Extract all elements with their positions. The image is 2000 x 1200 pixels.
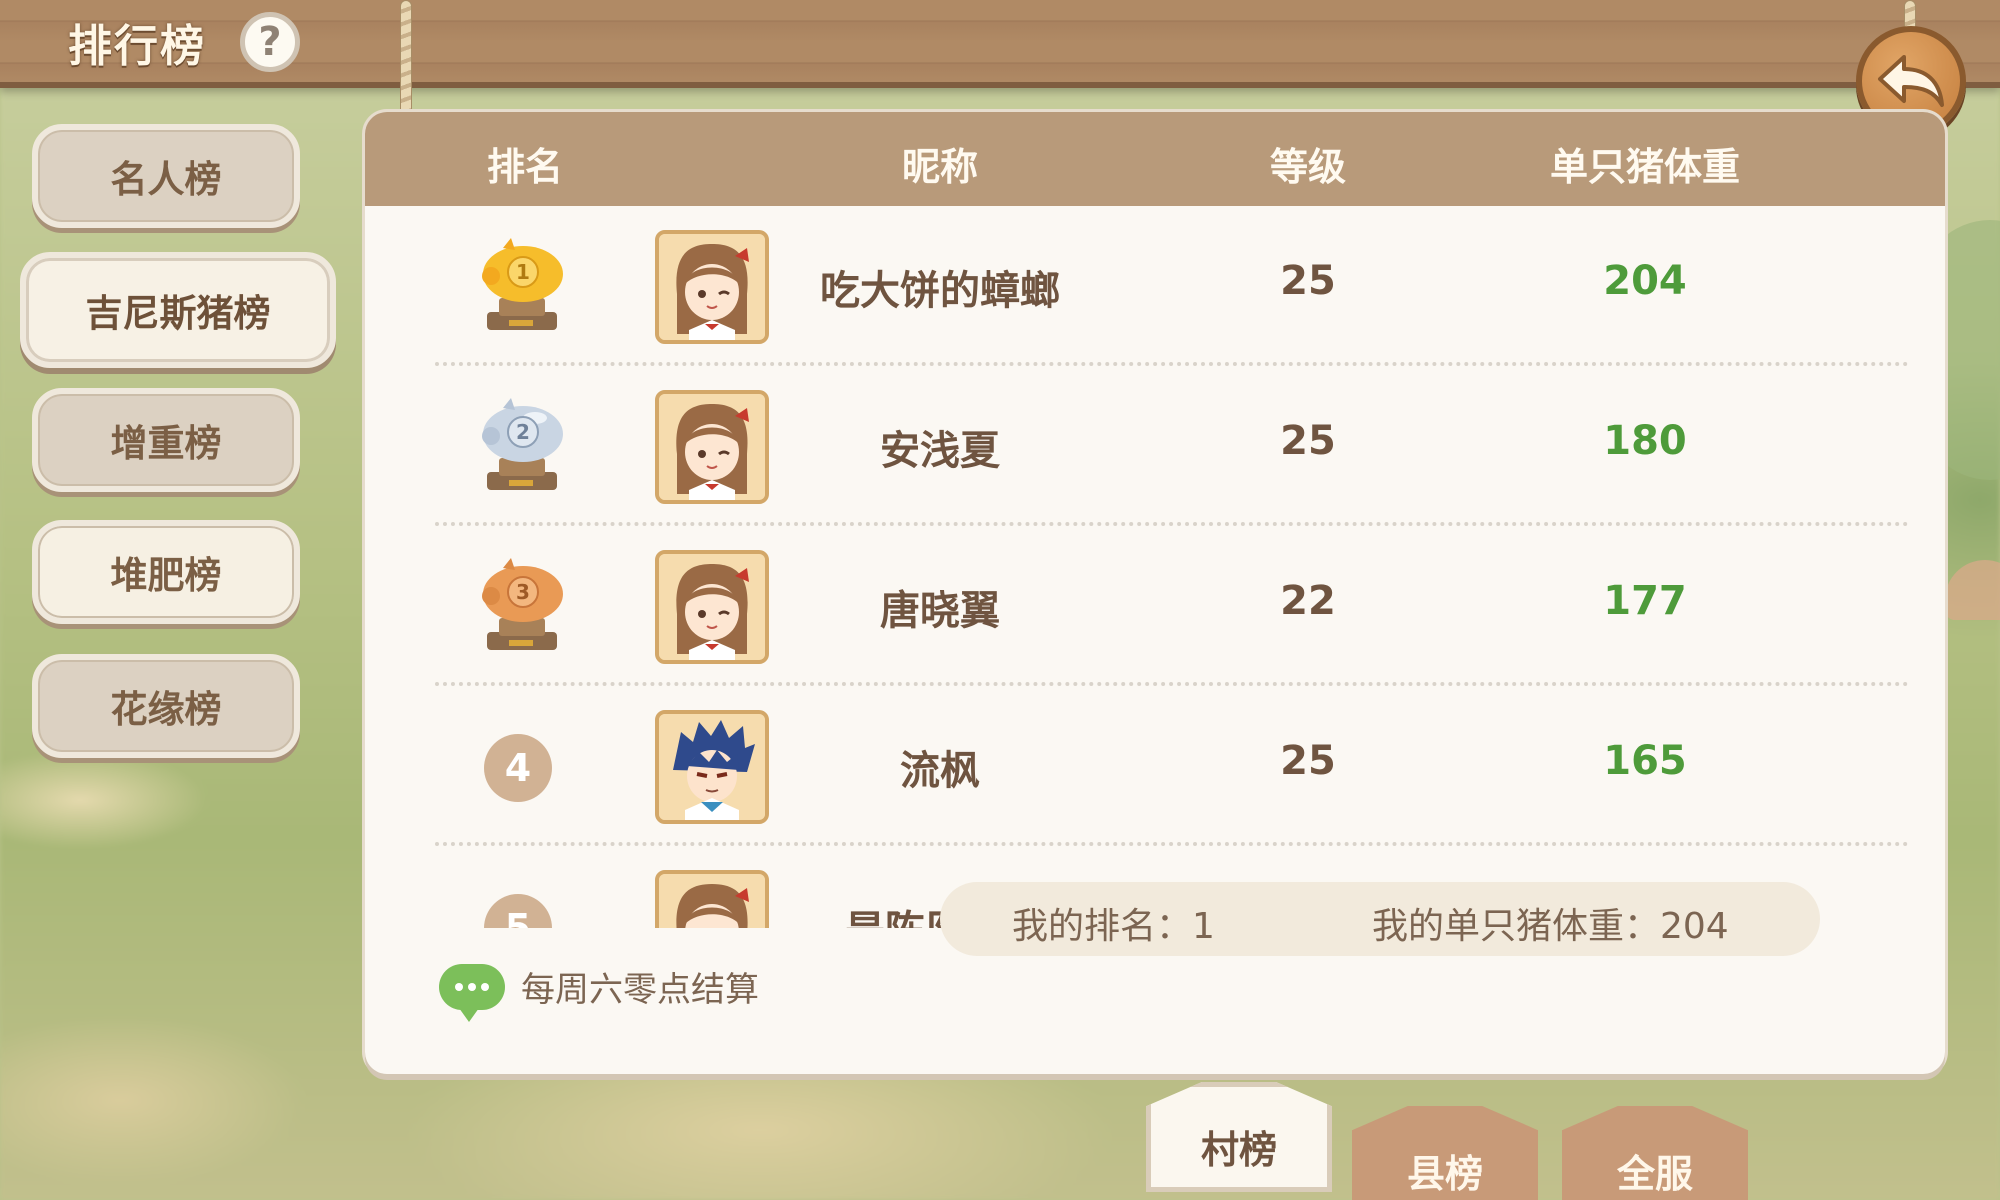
pig-weight: 180 xyxy=(1603,418,1687,464)
tab-server[interactable]: 全服 xyxy=(1562,1106,1748,1200)
my-weight-text: 我的单只猪体重：204 xyxy=(1372,906,1729,947)
settlement-note-text: 每周六零点结算 xyxy=(521,970,759,1010)
column-pig-weight: 单只猪体重 xyxy=(1549,145,1741,189)
pig-weight: 204 xyxy=(1603,258,1687,304)
settlement-note: 每周六零点结算 xyxy=(439,962,759,1022)
leaderboard-panel: 排名 昵称 等级 单只猪体重 1 吃大饼的蟑螂 25 204 2 安浅夏 25 … xyxy=(365,112,1945,1074)
svg-text:3: 3 xyxy=(516,580,530,604)
page-title: 排行榜 xyxy=(68,21,206,72)
column-nickname: 昵称 xyxy=(901,145,979,189)
table-header: 排名 昵称 等级 单只猪体重 xyxy=(365,112,1945,206)
player-nickname: 流枫 xyxy=(900,748,980,794)
table-row[interactable]: 2 安浅夏 25 180 xyxy=(365,366,1945,526)
my-rank-text: 我的排名：1 xyxy=(1012,906,1215,947)
question-icon: ? xyxy=(258,19,282,65)
player-nickname: 安浅夏 xyxy=(880,428,1000,474)
side-tab-weight-gain[interactable]: 增重榜 xyxy=(32,388,300,492)
tab-village[interactable]: 村榜 xyxy=(1146,1082,1332,1192)
player-avatar[interactable] xyxy=(655,550,769,664)
svg-text:1: 1 xyxy=(516,260,530,284)
table-row[interactable]: 4 流枫 25 165 xyxy=(365,686,1945,846)
player-level: 25 xyxy=(1280,418,1336,464)
player-avatar[interactable] xyxy=(655,870,769,928)
player-level: 25 xyxy=(1280,738,1336,784)
girl-avatar-icon xyxy=(659,234,765,340)
rank-badge: 5 xyxy=(484,894,552,928)
gold-pig-trophy-icon: 1 xyxy=(482,238,563,330)
boy-avatar-icon xyxy=(659,714,765,820)
top-header-bar: 排行榜 ? xyxy=(0,0,2000,88)
player-nickname: 唐晓翼 xyxy=(880,588,1000,634)
player-nickname: 吃大饼的蟑螂 xyxy=(820,268,1060,314)
player-avatar[interactable] xyxy=(655,710,769,824)
column-level: 等级 xyxy=(1269,145,1347,189)
svg-text:2: 2 xyxy=(516,420,530,444)
pig-weight: 177 xyxy=(1603,578,1687,624)
bronze-pig-trophy-icon: 3 xyxy=(482,558,563,650)
side-tab-flower[interactable]: 花缘榜 xyxy=(32,654,300,758)
girl-avatar-icon xyxy=(659,554,765,660)
girl-avatar-icon xyxy=(659,394,765,500)
table-row[interactable]: 1 吃大饼的蟑螂 25 204 xyxy=(365,206,1945,366)
chat-bubble-icon xyxy=(439,963,505,1022)
tab-county[interactable]: 县榜 xyxy=(1352,1106,1538,1200)
pig-weight: 165 xyxy=(1603,738,1687,784)
player-avatar[interactable] xyxy=(655,230,769,344)
girl-avatar-icon xyxy=(659,874,765,928)
silver-pig-trophy-icon: 2 xyxy=(482,398,563,490)
side-tab-guinness-pig[interactable]: 吉尼斯猪榜 xyxy=(20,252,336,368)
side-tab-celebrity[interactable]: 名人榜 xyxy=(32,124,300,228)
player-level: 22 xyxy=(1280,578,1336,624)
back-arrow-icon xyxy=(1878,55,1944,107)
rank-badge: 4 xyxy=(484,734,552,802)
side-tab-compost[interactable]: 堆肥榜 xyxy=(32,520,300,624)
player-level: 25 xyxy=(1280,258,1336,304)
help-button[interactable]: ? xyxy=(240,12,300,72)
player-avatar[interactable] xyxy=(655,390,769,504)
column-rank: 排名 xyxy=(486,145,564,189)
my-rank-bar: 我的排名：1 我的单只猪体重：204 xyxy=(940,882,1820,956)
table-row[interactable]: 3 唐晓翼 22 177 xyxy=(365,526,1945,686)
